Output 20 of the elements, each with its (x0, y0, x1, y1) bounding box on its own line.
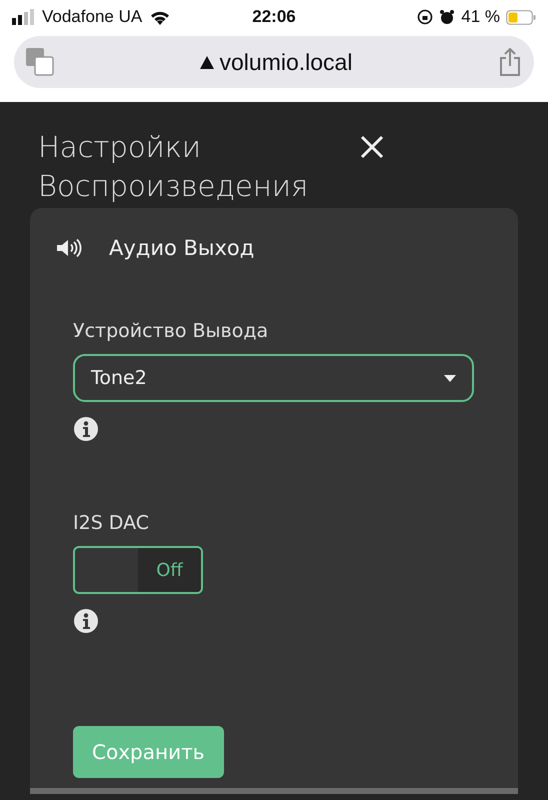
section-title: Аудио Выход (109, 236, 254, 260)
clock-time: 22:06 (252, 7, 296, 27)
toggle-switch[interactable]: Off (73, 546, 203, 594)
output-device-select[interactable]: Tone2 (73, 354, 474, 402)
info-icon[interactable] (73, 416, 99, 442)
signal-icon (12, 9, 34, 25)
share-icon[interactable] (498, 47, 522, 77)
field-label: I2S DAC (73, 512, 150, 534)
rotation-lock-icon (417, 9, 434, 25)
caret-icon (444, 374, 456, 382)
info-icon[interactable] (73, 608, 99, 634)
warning-icon (200, 56, 214, 68)
field-label: Устройство Вывода (73, 320, 270, 342)
battery-icon (506, 10, 536, 24)
url-text[interactable]: volumio.local (220, 48, 352, 76)
carrier-name: Vodafone UA (42, 7, 142, 27)
wifi-icon (150, 10, 170, 24)
modal-title: Настройки Воспроизведения (38, 129, 310, 205)
battery-percent: 41 % (461, 7, 500, 27)
speaker-icon (57, 238, 83, 258)
